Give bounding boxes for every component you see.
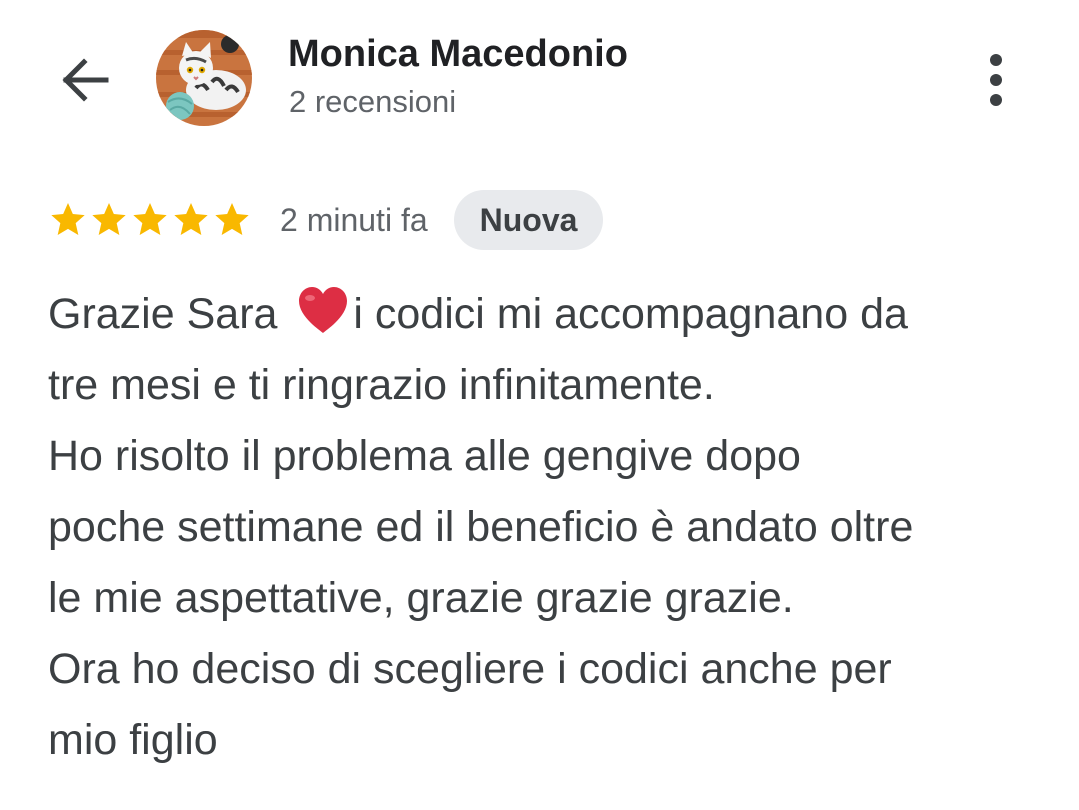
review-line-text: i codici mi accompagnano da: [353, 290, 908, 338]
review-line: le mie aspettative, grazie grazie grazie…: [48, 574, 794, 622]
star-rating: [48, 200, 253, 240]
review-line: Ho risolto il problema alle gengive dopo: [48, 432, 801, 480]
star-icon: [51, 203, 85, 235]
more-vert-icon: [990, 54, 1002, 106]
new-badge: Nuova: [453, 190, 604, 250]
avatar[interactable]: [156, 30, 252, 126]
star-icon: [215, 203, 249, 235]
back-button[interactable]: [52, 50, 116, 110]
review-line: Ora ho deciso di scegliere i codici anch…: [48, 645, 892, 693]
star-icon: [174, 203, 208, 235]
review-line: tre mesi e ti ringrazio infinitamente.: [48, 361, 715, 409]
reviewer-name[interactable]: Monica Macedonio: [288, 30, 628, 78]
review-line-text: Grazie Sara: [48, 290, 290, 338]
review-body: Grazie Sara i codici mi accompagnano da …: [48, 279, 1058, 776]
review-line: poche settimane ed il beneficio è andato…: [48, 503, 914, 551]
review-meta-row: 2 minuti fa Nuova: [48, 190, 604, 250]
red-heart-icon: [299, 287, 348, 333]
avatar-cat-illustration: [156, 30, 252, 126]
star-icon: [133, 203, 167, 235]
arrow-back-icon: [62, 58, 109, 102]
star-icon: [92, 203, 126, 235]
more-options-button[interactable]: [968, 46, 1024, 114]
review-line: mio figlio: [48, 716, 218, 764]
reviewer-review-count: 2 recensioni: [289, 84, 457, 119]
review-time: 2 minuti fa: [280, 201, 428, 238]
review-line: Grazie Sara i codici mi accompagnano da: [48, 279, 1058, 350]
